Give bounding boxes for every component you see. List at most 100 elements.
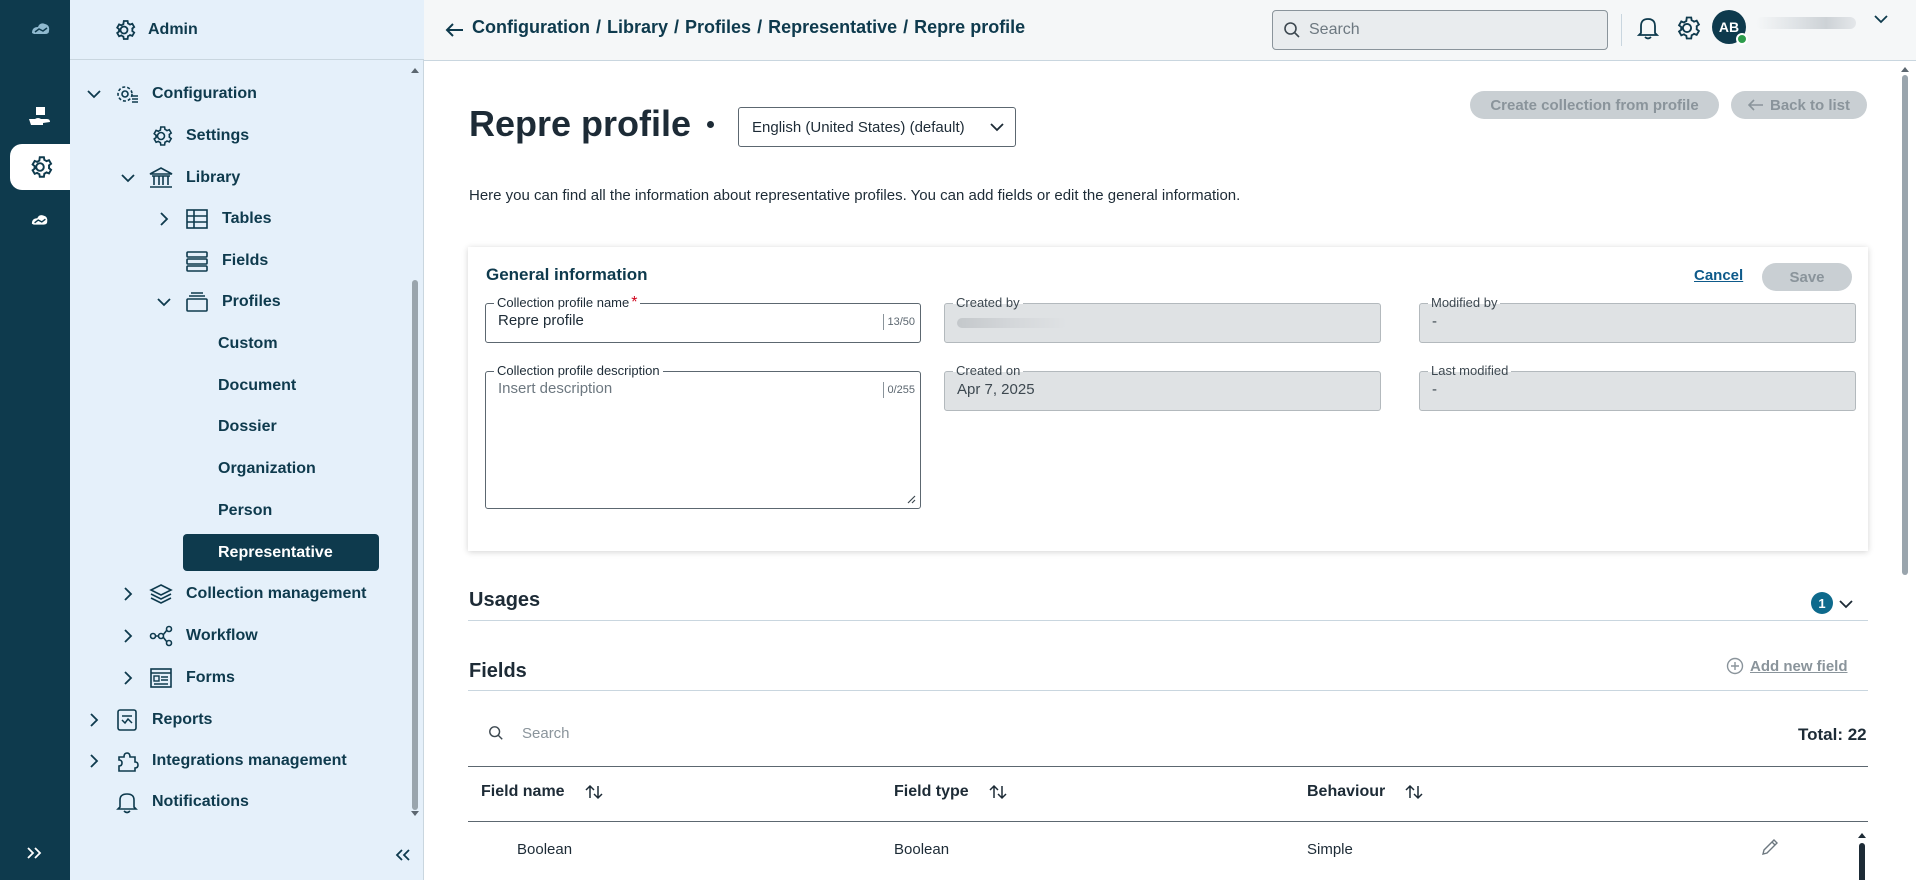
save-button[interactable]: Save: [1762, 263, 1852, 291]
sidebar-item-organization[interactable]: Organization: [218, 451, 316, 487]
sidebar-item-workflow[interactable]: Workflow: [116, 618, 258, 654]
chevron-down-icon[interactable]: [1874, 14, 1894, 34]
chevron-down-icon[interactable]: [82, 82, 106, 106]
notifications-bell-icon[interactable]: [1634, 13, 1662, 43]
breadcrumb-current: Repre profile: [914, 17, 1026, 37]
column-label: Field name: [481, 783, 565, 800]
user-name-redacted[interactable]: [1756, 17, 1856, 29]
search-icon: [1284, 22, 1300, 38]
sidebar-item-settings[interactable]: Settings: [148, 118, 249, 154]
chevron-down-icon[interactable]: [116, 166, 140, 190]
breadcrumb-library[interactable]: Library: [607, 17, 668, 38]
main-scroll-thumb[interactable]: [1902, 75, 1908, 575]
breadcrumb-representative[interactable]: Representative: [768, 17, 897, 38]
chevron-down-icon[interactable]: [1837, 592, 1859, 614]
search-input[interactable]: [1309, 21, 1589, 39]
chevron-right-icon[interactable]: [116, 624, 140, 648]
sidebar-item-representative[interactable]: Representative: [183, 534, 379, 571]
sort-icon[interactable]: [989, 784, 1007, 800]
sidebar-item-configuration[interactable]: Configuration: [82, 76, 257, 112]
language-select[interactable]: English (United States) (default): [738, 107, 1016, 147]
chevron-right-icon[interactable]: [116, 666, 140, 690]
create-collection-button[interactable]: Create collection from profile: [1470, 91, 1719, 119]
chevron-right-icon[interactable]: [152, 207, 176, 231]
sidebar-item-collection-management[interactable]: Collection management: [116, 576, 366, 612]
sidebar-item-label: Custom: [218, 335, 278, 352]
breadcrumb-profiles[interactable]: Profiles: [685, 17, 751, 38]
field-label: Created by: [953, 295, 1023, 311]
field-label: Last modified: [1428, 363, 1512, 379]
last-modified-field: Last modified -: [1419, 363, 1856, 411]
sidebar-scroll-thumb[interactable]: [412, 280, 418, 810]
pencil-icon[interactable]: [1760, 837, 1780, 857]
hand-cube-icon[interactable]: [10, 94, 70, 140]
column-header-behaviour[interactable]: Behaviour: [1307, 783, 1423, 801]
sidebar-item-integrations-management[interactable]: Integrations management: [82, 743, 347, 779]
field-label: Collection profile description: [494, 363, 663, 379]
sort-icon[interactable]: [1405, 784, 1423, 800]
profile-name-input[interactable]: [498, 312, 878, 329]
page-intro: Here you can find all the information ab…: [469, 187, 1241, 204]
sidebar-item-dossier[interactable]: Dossier: [218, 409, 277, 445]
divider: [468, 620, 1868, 621]
add-new-field-button[interactable]: Add new field: [1726, 657, 1848, 675]
settings-gear-icon[interactable]: [1672, 13, 1702, 43]
sidebar-item-label: Reports: [152, 711, 213, 728]
field-label: Collection profile name *: [494, 295, 641, 311]
cloud-logo-icon[interactable]: [10, 6, 70, 52]
layers-icon: [148, 581, 174, 607]
field-label: Modified by: [1428, 295, 1501, 311]
sidebar-item-fields[interactable]: Fields: [184, 243, 268, 279]
sidebar-item-label: Settings: [186, 127, 250, 144]
usages-title[interactable]: Usages: [469, 589, 540, 612]
resize-handle-icon[interactable]: [907, 495, 916, 504]
profiles-icon: [184, 289, 210, 315]
sort-icon[interactable]: [585, 784, 603, 800]
fields-search[interactable]: [468, 711, 1168, 755]
general-information-card: General information Cancel Save Collecti…: [468, 247, 1868, 551]
breadcrumb-configuration[interactable]: Configuration: [472, 17, 590, 38]
sidebar-item-label: Person: [218, 502, 273, 519]
back-to-list-button[interactable]: Back to list: [1731, 91, 1867, 119]
sidebar-item-profiles[interactable]: Profiles: [152, 284, 281, 320]
gear-icon[interactable]: [10, 144, 70, 190]
column-header-field-name[interactable]: Field name: [481, 783, 603, 801]
back-arrow-icon[interactable]: [442, 17, 468, 43]
profile-description-input[interactable]: [498, 380, 878, 500]
expand-rail-button[interactable]: [0, 836, 70, 870]
fields-total: Total: 22: [1798, 725, 1867, 744]
sidebar-item-person[interactable]: Person: [218, 493, 272, 529]
fields-search-input[interactable]: [522, 724, 1022, 742]
collapse-sidebar-button[interactable]: [388, 840, 418, 870]
profile-name-field[interactable]: Collection profile name* 13/50: [485, 295, 921, 343]
table-scrollbar[interactable]: [1858, 831, 1866, 880]
sidebar-title: Admin: [148, 20, 198, 38]
field-label: Created on: [953, 363, 1024, 379]
sidebar-item-reports[interactable]: Reports: [82, 702, 212, 738]
column-header-field-type[interactable]: Field type: [894, 783, 1007, 801]
profile-description-field[interactable]: Collection profile description 0/255: [485, 363, 921, 509]
sidebar-item-document[interactable]: Document: [218, 368, 296, 404]
admin-gear-icon: [112, 18, 136, 42]
breadcrumb-separator: /: [674, 17, 680, 37]
sidebar-item-custom[interactable]: Custom: [218, 326, 278, 362]
cell-field-name: Boolean: [517, 841, 573, 858]
card-title: General information: [486, 265, 648, 284]
chevron-down-icon[interactable]: [152, 290, 176, 314]
sidebar-item-library[interactable]: Library: [116, 160, 240, 196]
cancel-button[interactable]: Cancel: [1694, 267, 1743, 284]
forms-icon: [148, 665, 174, 691]
search-icon: [489, 726, 503, 740]
breadcrumb-separator: /: [595, 17, 601, 37]
chevron-right-icon[interactable]: [82, 749, 106, 773]
created-by-redacted: [957, 318, 1067, 328]
global-search[interactable]: [1272, 10, 1608, 50]
sidebar-item-tables[interactable]: Tables: [152, 201, 272, 237]
char-counter: 0/255: [883, 382, 915, 398]
sidebar-item-notifications[interactable]: Notifications: [114, 784, 249, 820]
sidebar-item-label: Forms: [186, 669, 235, 686]
chevron-right-icon[interactable]: [116, 582, 140, 606]
cloud-hand-icon[interactable]: [10, 198, 70, 244]
sidebar-item-forms[interactable]: Forms: [116, 660, 235, 696]
chevron-right-icon[interactable]: [82, 708, 106, 732]
